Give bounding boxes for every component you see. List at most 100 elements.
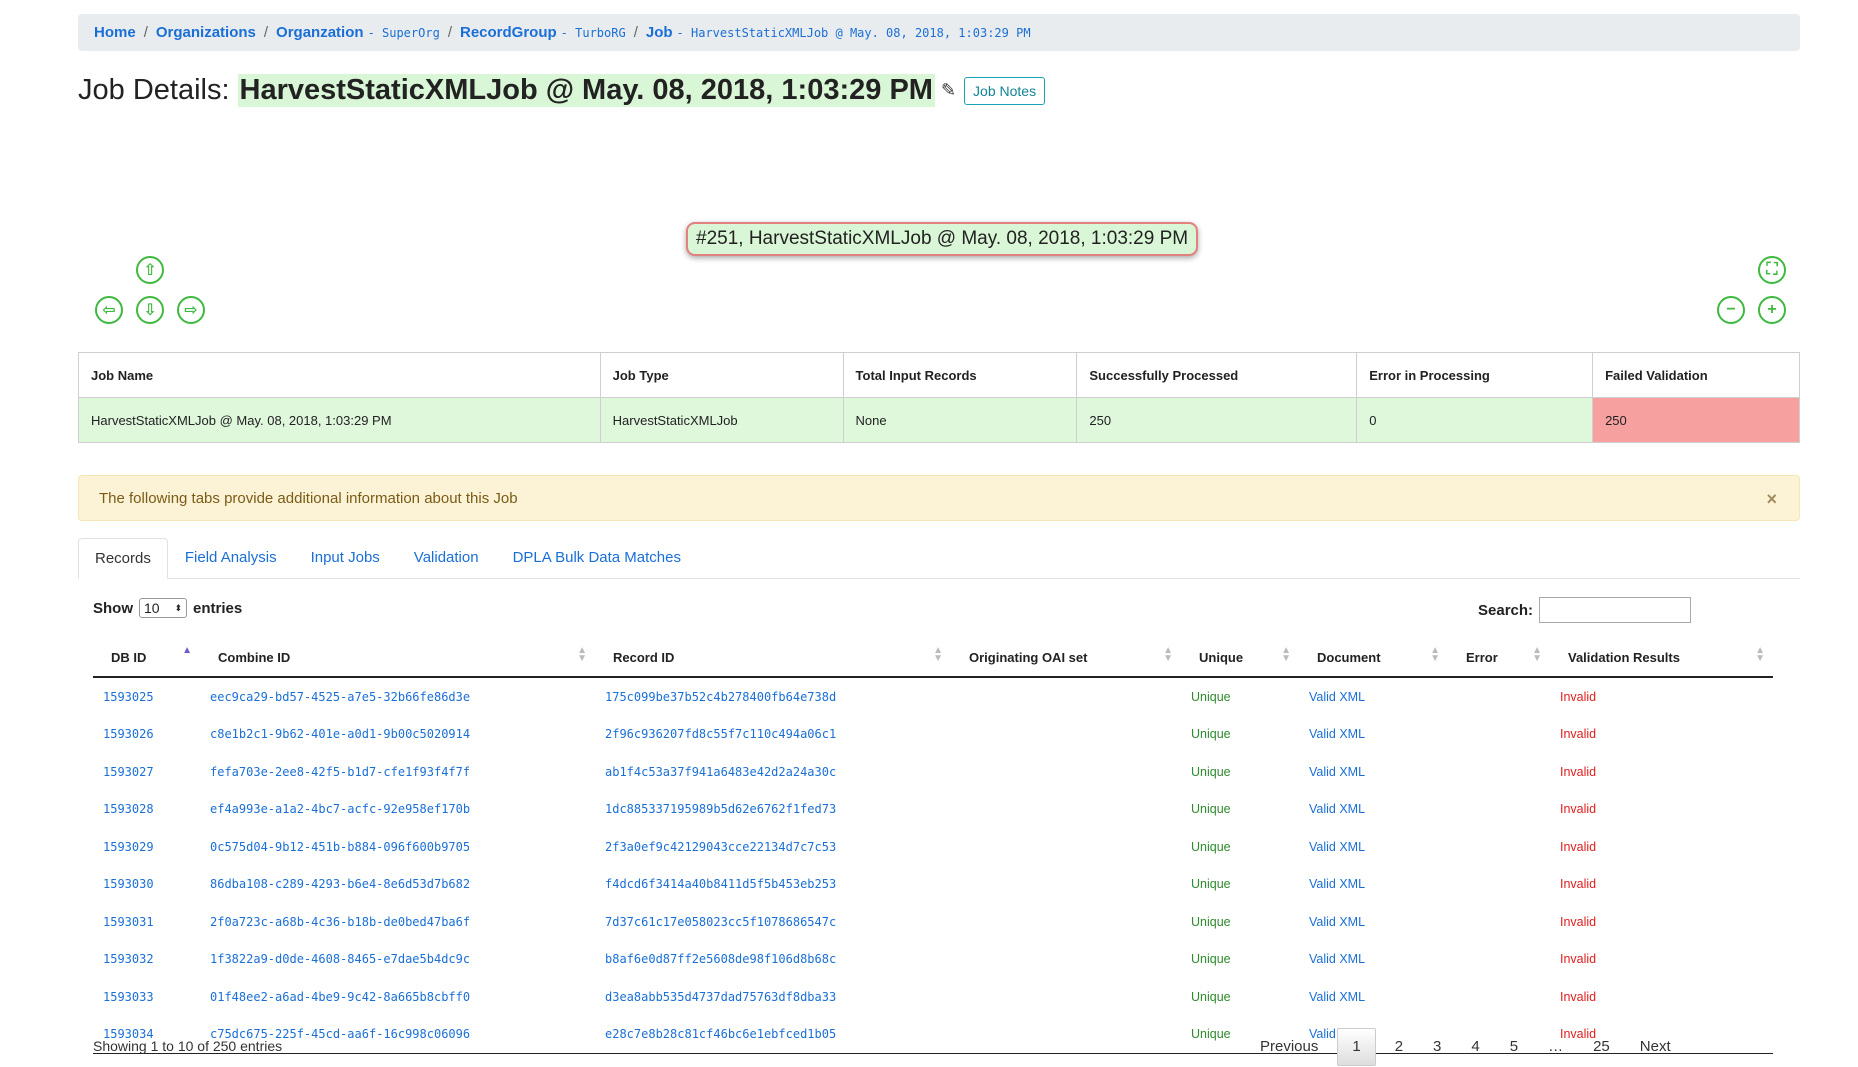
close-icon[interactable]: × (1766, 489, 1777, 510)
breadcrumb-record-group[interactable]: RecordGroup - TurboRG (460, 24, 626, 41)
fit-icon[interactable]: ⛶ (1758, 256, 1786, 284)
validation-result-cell[interactable]: Invalid (1550, 978, 1773, 1016)
arrow-left-icon[interactable]: ⇦ (95, 296, 123, 324)
record-id-cell[interactable]: 175c099be37b52c4b278400fb64e738d (595, 677, 951, 716)
combine-id-cell[interactable]: 2f0a723c-a68b-4c36-b18b-de0bed47ba6f (200, 903, 595, 941)
column-header-oai-set[interactable]: Originating OAI set ▲ ▼ (951, 638, 1181, 678)
record-id-cell[interactable]: 1dc885337195989b5d62e6762f1fed73 (595, 791, 951, 829)
combine-id-cell[interactable]: 86dba108-c289-4293-b6e4-8e6d53d7b682 (200, 866, 595, 904)
document-cell[interactable]: Valid XML (1299, 753, 1448, 791)
breadcrumb-organization-label[interactable]: Organzation (276, 24, 364, 41)
sort-icon: ▲ ▼ (577, 645, 587, 664)
pagination-page-3[interactable]: 3 (1418, 1029, 1456, 1065)
column-header-unique[interactable]: Unique ▲ ▼ (1181, 638, 1299, 678)
arrow-right-icon[interactable]: ⇨ (177, 296, 205, 324)
pagination-previous[interactable]: Previous (1245, 1029, 1333, 1065)
column-header-combine-id[interactable]: Combine ID ▲ ▼ (200, 638, 595, 678)
tab-dpla-bulk-data-matches[interactable]: DPLA Bulk Data Matches (496, 538, 698, 578)
validation-result-cell[interactable]: Invalid (1550, 828, 1773, 866)
document-cell[interactable]: Valid XML (1299, 903, 1448, 941)
validation-result-cell[interactable]: Invalid (1550, 716, 1773, 754)
zoom-in-icon[interactable]: + (1758, 296, 1786, 324)
pagination-page-4[interactable]: 4 (1456, 1029, 1494, 1065)
tab-input-jobs[interactable]: Input Jobs (294, 538, 397, 578)
document-cell[interactable]: Valid XML (1299, 828, 1448, 866)
column-header-label: Unique (1199, 649, 1244, 665)
record-id-cell[interactable]: 2f3a0ef9c42129043cce22134d7c7c53 (595, 828, 951, 866)
document-cell[interactable]: Valid XML (1299, 677, 1448, 716)
breadcrumb-record-group-name[interactable]: - TurboRG (561, 26, 626, 40)
document-cell[interactable]: Valid XML (1299, 716, 1448, 754)
document-cell[interactable]: Valid XML (1299, 866, 1448, 904)
arrow-up-icon[interactable]: ⇧ (136, 256, 164, 284)
pagination-page-25[interactable]: 25 (1578, 1029, 1625, 1065)
validation-result-cell[interactable]: Invalid (1550, 866, 1773, 904)
record-id-cell[interactable]: b8af6e0d87ff2e5608de98f106d8b68c (595, 941, 951, 979)
record-id-cell[interactable]: 2f96c936207fd8c55f7c110c494a06c1 (595, 716, 951, 754)
document-cell[interactable]: Valid XML (1299, 941, 1448, 979)
db-id-cell[interactable]: 1593025 (93, 677, 200, 716)
validation-result-cell[interactable]: Invalid (1550, 677, 1773, 716)
validation-result-cell[interactable]: Invalid (1550, 791, 1773, 829)
breadcrumb-job[interactable]: Job - HarvestStaticXMLJob @ May. 08, 2018… (646, 24, 1031, 41)
breadcrumb-job-label[interactable]: Job (646, 24, 673, 41)
tab-field-analysis[interactable]: Field Analysis (168, 538, 294, 578)
column-header-error[interactable]: Error ▲ ▼ (1448, 638, 1550, 678)
entries-length-select[interactable]: 10 ⬍ (139, 598, 187, 618)
breadcrumb-organizations[interactable]: Organizations (156, 24, 256, 41)
combine-id-cell[interactable]: 0c575d04-9b12-451b-b884-096f600b9705 (200, 828, 595, 866)
db-id-cell[interactable]: 1593032 (93, 941, 200, 979)
record-id-cell[interactable]: e28c7e8b28c81cf46bc6e1ebfced1b05 (595, 1015, 951, 1054)
pagination-page-5[interactable]: 5 (1495, 1029, 1533, 1065)
breadcrumb-home[interactable]: Home (94, 24, 136, 41)
db-id-cell[interactable]: 1593033 (93, 978, 200, 1016)
breadcrumb-record-group-label[interactable]: RecordGroup (460, 24, 557, 41)
validation-result-cell[interactable]: Invalid (1550, 753, 1773, 791)
db-id-cell[interactable]: 1593029 (93, 828, 200, 866)
job-notes-button[interactable]: Job Notes (964, 76, 1046, 105)
document-cell[interactable]: Valid XML (1299, 978, 1448, 1016)
breadcrumb-organization-name[interactable]: - SuperOrg (368, 26, 440, 40)
job-graph-node[interactable]: #251, HarvestStaticXMLJob @ May. 08, 201… (686, 222, 1199, 256)
pagination-next[interactable]: Next (1625, 1029, 1686, 1065)
record-id-cell[interactable]: ab1f4c53a37f941a6483e42d2a24a30c (595, 753, 951, 791)
record-id-cell[interactable]: d3ea8abb535d4737dad75763df8dba33 (595, 978, 951, 1016)
table-search: Search: (1478, 597, 1692, 623)
combine-id-cell[interactable]: ef4a993e-a1a2-4bc7-acfc-92e958ef170b (200, 791, 595, 829)
combine-id-cell[interactable]: 01f48ee2-a6ad-4be9-9c42-8a665b8cbff0 (200, 978, 595, 1016)
db-id-cell[interactable]: 1593030 (93, 866, 200, 904)
validation-result-cell[interactable]: Invalid (1550, 903, 1773, 941)
pagination-page-2[interactable]: 2 (1380, 1029, 1418, 1065)
combine-id-cell[interactable]: c8e1b2c1-9b62-401e-a0d1-9b00c5020914 (200, 716, 595, 754)
breadcrumb-job-name[interactable]: - HarvestStaticXMLJob @ May. 08, 2018, 1… (677, 26, 1031, 40)
pagination-page-1[interactable]: 1 (1337, 1028, 1376, 1066)
document-cell[interactable]: Valid XML (1299, 791, 1448, 829)
zoom-out-icon[interactable]: − (1717, 296, 1745, 324)
tab-records[interactable]: Records (78, 538, 168, 579)
column-header-record-id[interactable]: Record ID ▲ ▼ (595, 638, 951, 678)
combine-id-cell[interactable]: eec9ca29-bd57-4525-a7e5-32b66fe86d3e (200, 677, 595, 716)
show-label: Show (93, 599, 133, 617)
sort-icon: ▲ ▼ (1281, 645, 1291, 664)
error-cell (1448, 941, 1550, 979)
pencil-icon[interactable]: ✎ (941, 80, 956, 101)
column-header-validation-results[interactable]: Validation Results ▲ ▼ (1550, 638, 1773, 678)
db-id-cell[interactable]: 1593026 (93, 716, 200, 754)
column-header-label: Record ID (613, 649, 675, 665)
combine-id-cell[interactable]: 1f3822a9-d0de-4608-8465-e7dae5b4dc9c (200, 941, 595, 979)
column-header-db-id[interactable]: DB ID ▲ (93, 638, 200, 678)
record-id-cell[interactable]: f4dcd6f3414a40b8411d5f5b453eb253 (595, 866, 951, 904)
search-input[interactable] (1539, 597, 1692, 623)
tab-validation[interactable]: Validation (397, 538, 496, 578)
db-id-cell[interactable]: 1593027 (93, 753, 200, 791)
sort-icon: ▲ ▼ (1532, 645, 1542, 664)
combine-id-cell[interactable]: fefa703e-2ee8-42f5-b1d7-cfe1f93f4f7f (200, 753, 595, 791)
record-id-cell[interactable]: 7d37c61c17e058023cc5f1078686547c (595, 903, 951, 941)
db-id-cell[interactable]: 1593031 (93, 903, 200, 941)
db-id-cell[interactable]: 1593028 (93, 791, 200, 829)
arrow-down-icon[interactable]: ⇩ (136, 296, 164, 324)
error-cell (1448, 828, 1550, 866)
validation-result-cell[interactable]: Invalid (1550, 941, 1773, 979)
breadcrumb-organization[interactable]: Organzation - SuperOrg (276, 24, 440, 41)
column-header-document[interactable]: Document ▲ ▼ (1299, 638, 1448, 678)
